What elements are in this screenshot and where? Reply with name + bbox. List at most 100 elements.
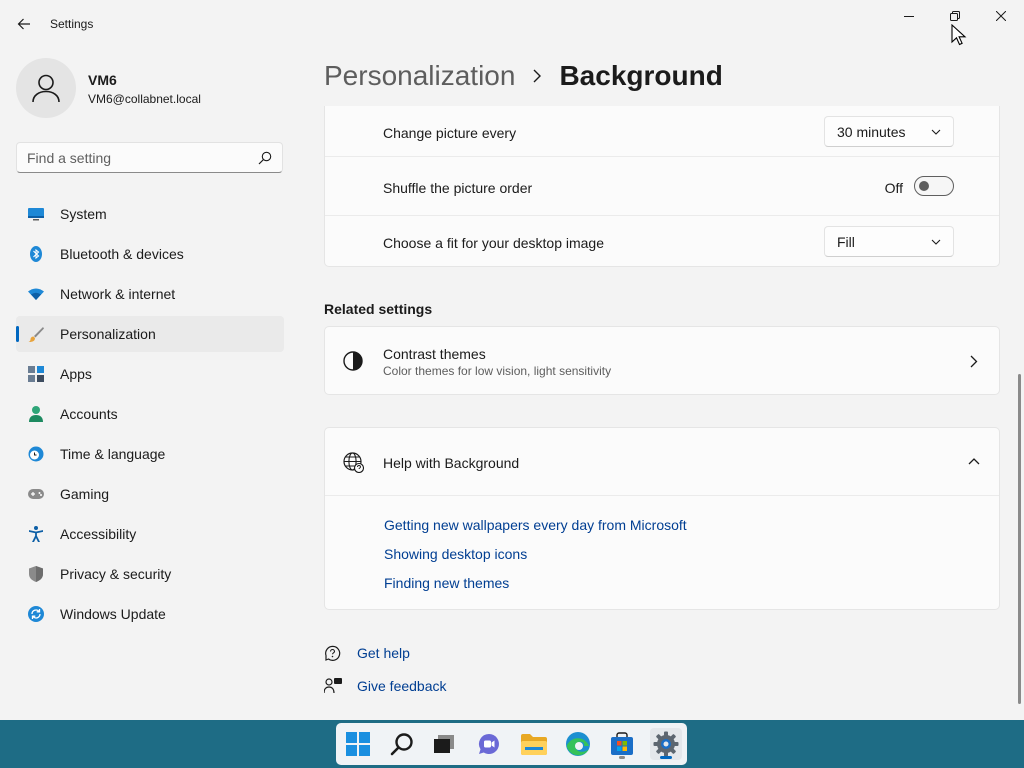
settings-button[interactable] — [650, 728, 682, 760]
change-picture-dropdown[interactable]: 30 minutes — [824, 116, 954, 147]
shuffle-row: Shuffle the picture order Off — [325, 157, 999, 216]
apps-icon — [28, 366, 44, 382]
change-picture-value: 30 minutes — [837, 123, 906, 140]
back-arrow-icon — [17, 18, 30, 30]
contrast-icon — [343, 351, 363, 371]
change-picture-row: Change picture every 30 minutes — [325, 106, 999, 157]
sidebar-item-label: Network & internet — [60, 286, 176, 302]
globe-clock-icon — [28, 446, 44, 462]
person-icon — [28, 406, 44, 422]
sidebar-item-system[interactable]: System — [16, 196, 284, 232]
chat-icon — [478, 734, 499, 754]
person-icon — [32, 74, 60, 103]
related-settings-heading: Related settings — [324, 301, 433, 317]
sidebar-item-gaming[interactable]: Gaming — [16, 476, 284, 512]
minimize-button[interactable] — [886, 0, 932, 32]
fit-value: Fill — [837, 233, 855, 250]
help-link-themes[interactable]: Finding new themes — [384, 575, 509, 591]
edge-button[interactable] — [562, 728, 594, 760]
start-icon — [346, 732, 370, 756]
window-title: Settings — [50, 17, 94, 31]
sidebar-item-label: Privacy & security — [60, 566, 172, 582]
title-bar: Settings — [0, 0, 1024, 48]
scrollbar-thumb[interactable] — [1018, 374, 1021, 704]
get-help-icon — [325, 645, 341, 661]
chat-button[interactable] — [473, 728, 505, 760]
avatar — [16, 58, 76, 118]
sidebar-item-label: System — [60, 206, 107, 222]
edge-icon — [566, 732, 590, 756]
taskbar-apps — [336, 723, 687, 765]
contrast-themes-title: Contrast themes — [383, 346, 486, 362]
toggle-knob — [919, 181, 929, 191]
user-profile[interactable]: VM6 VM6@collabnet.local — [16, 58, 284, 118]
sidebar-item-label: Accessibility — [60, 526, 137, 542]
sidebar-item-label: Windows Update — [60, 606, 166, 622]
shield-icon — [28, 566, 44, 582]
sidebar-item-windows-update[interactable]: Windows Update — [16, 596, 284, 632]
sidebar-item-accounts[interactable]: Accounts — [16, 396, 284, 432]
taskbar-search-button[interactable] — [386, 728, 418, 760]
store-icon — [611, 732, 633, 755]
back-button[interactable] — [10, 10, 38, 38]
help-link-wallpapers[interactable]: Getting new wallpapers every day from Mi… — [384, 517, 687, 533]
file-explorer-button[interactable] — [518, 728, 550, 760]
brush-icon — [28, 326, 44, 342]
taskbar — [0, 720, 1024, 768]
fit-row: Choose a fit for your desktop image Fill — [325, 216, 999, 267]
help-title: Help with Background — [383, 455, 520, 471]
sidebar-item-privacy[interactable]: Privacy & security — [16, 556, 284, 592]
sidebar-nav: System Bluetooth & devices Network & int… — [16, 196, 284, 636]
chevron-down-icon — [931, 129, 941, 135]
sidebar-item-label: Accounts — [60, 406, 118, 422]
sidebar-item-apps[interactable]: Apps — [16, 356, 284, 392]
sidebar-item-personalization[interactable]: Personalization — [16, 316, 284, 352]
page-title: Background — [559, 60, 723, 91]
sidebar-item-label: Apps — [60, 366, 92, 382]
sidebar-item-label: Personalization — [60, 326, 156, 342]
help-header[interactable]: Help with Background — [325, 428, 999, 496]
search-input[interactable] — [27, 149, 247, 167]
chevron-down-icon — [931, 239, 941, 245]
mouse-cursor-icon — [951, 24, 967, 46]
task-view-icon — [434, 735, 454, 753]
shuffle-state: Off — [884, 180, 903, 196]
settings-icon — [653, 731, 679, 757]
give-feedback-link[interactable]: Give feedback — [357, 678, 447, 694]
shuffle-toggle[interactable] — [914, 176, 954, 196]
gamepad-icon — [28, 486, 44, 502]
accessibility-icon — [28, 526, 44, 542]
sidebar-item-time-language[interactable]: Time & language — [16, 436, 284, 472]
wifi-icon — [28, 286, 44, 302]
active-indicator — [660, 756, 672, 759]
sidebar-item-network[interactable]: Network & internet — [16, 276, 284, 312]
monitor-icon — [28, 206, 44, 222]
sidebar-item-bluetooth[interactable]: Bluetooth & devices — [16, 236, 284, 272]
contrast-themes-card[interactable]: Contrast themes Color themes for low vis… — [324, 326, 1000, 395]
breadcrumb-parent-link[interactable]: Personalization — [324, 60, 515, 92]
chevron-right-icon — [970, 355, 978, 368]
search-box[interactable] — [16, 142, 283, 173]
user-email: VM6@collabnet.local — [88, 92, 201, 106]
start-button[interactable] — [342, 728, 374, 760]
sidebar-item-label: Gaming — [60, 486, 110, 502]
minimize-icon — [904, 16, 914, 17]
search-icon[interactable] — [258, 151, 272, 165]
user-name: VM6 — [88, 72, 117, 88]
fit-label: Choose a fit for your desktop image — [383, 235, 605, 251]
help-link-desktop-icons[interactable]: Showing desktop icons — [384, 546, 527, 562]
change-picture-label: Change picture every — [383, 125, 517, 141]
sidebar-item-accessibility[interactable]: Accessibility — [16, 516, 284, 552]
chevron-up-icon[interactable] — [968, 457, 980, 465]
chevron-right-icon — [533, 69, 542, 83]
get-help-link[interactable]: Get help — [357, 645, 410, 661]
help-card: Help with Background Getting new wallpap… — [324, 427, 1000, 610]
store-button[interactable] — [606, 728, 638, 760]
search-icon — [390, 733, 413, 756]
update-icon — [28, 606, 44, 622]
sidebar-item-label: Time & language — [60, 446, 166, 462]
task-view-button[interactable] — [428, 728, 460, 760]
fit-dropdown[interactable]: Fill — [824, 226, 954, 257]
close-button[interactable] — [978, 0, 1024, 32]
close-icon — [996, 11, 1006, 21]
